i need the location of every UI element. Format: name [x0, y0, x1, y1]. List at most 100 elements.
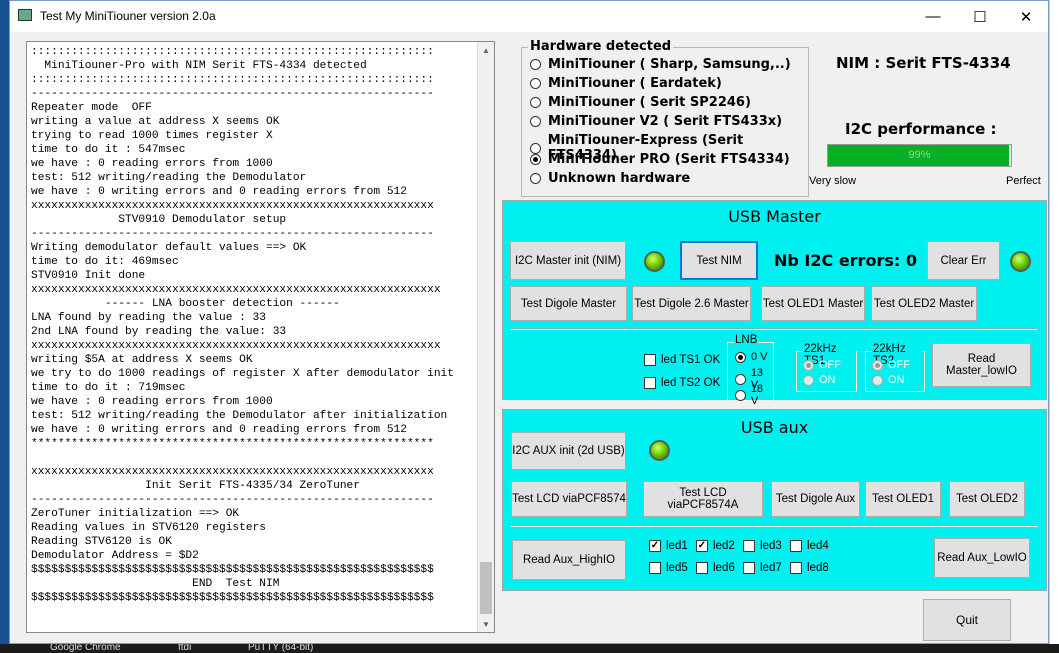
taskbar-item-chrome[interactable]: Google Chrome: [50, 644, 121, 653]
nb-i2c-errors: Nb I2C errors: 0: [774, 251, 917, 270]
usb-master-panel: USB Master I2C Master init (NIM) Test NI…: [502, 200, 1047, 407]
maximize-button[interactable]: ☐: [957, 1, 1003, 32]
title-bar[interactable]: Test My MiniTiouner version 2.0a — ☐ ✕: [10, 1, 1048, 32]
scroll-down-icon[interactable]: ▼: [478, 616, 494, 632]
minimize-button[interactable]: —: [910, 1, 956, 32]
hardware-option-radio[interactable]: MiniTiouner V2 ( Serit FTS433x): [530, 114, 782, 129]
checkbox-box[interactable]: [696, 562, 708, 574]
test-digole-aux-button[interactable]: Test Digole Aux: [771, 481, 860, 517]
aux-led-label: led7: [760, 562, 782, 574]
ts2-on-radio[interactable]: ON: [872, 374, 905, 386]
desktop-left-strip: [0, 0, 9, 653]
log-scrollbar[interactable]: ▲ ▼: [477, 42, 494, 632]
hardware-option-radio[interactable]: MiniTiouner ( Serit SP2246): [530, 95, 751, 110]
radio-mark[interactable]: [530, 116, 541, 127]
log-textarea[interactable]: ::::::::::::::::::::::::::::::::::::::::…: [26, 41, 495, 633]
hardware-option-label: MiniTiouner V2 ( Serit FTS433x): [548, 114, 783, 129]
lnb-0v-radio-mark[interactable]: [735, 351, 746, 363]
aux-led-label: led8: [807, 562, 829, 574]
ts1-on-label: ON: [819, 374, 836, 386]
led-ts1-box[interactable]: [644, 354, 656, 366]
led-ts1-label: led TS1 OK: [661, 354, 721, 366]
perfect-label: Perfect: [1006, 175, 1041, 187]
i2c-master-init-button[interactable]: I2C Master init (NIM): [510, 241, 626, 280]
radio-mark[interactable]: [530, 78, 541, 89]
test-digole-master-button[interactable]: Test Digole Master: [510, 286, 627, 321]
test-oled2-button[interactable]: Test OLED2: [949, 481, 1025, 517]
aux-led-checkbox[interactable]: led7: [743, 562, 782, 574]
test-lcd-pcf8574a-button[interactable]: Test LCD viaPCF8574A: [643, 481, 763, 517]
ts2-off-label: OFF: [888, 359, 910, 371]
aux-led-checkbox[interactable]: led1: [649, 540, 688, 552]
log-content: ::::::::::::::::::::::::::::::::::::::::…: [31, 46, 454, 604]
radio-mark[interactable]: [530, 154, 541, 165]
ts1-on-radio-mark[interactable]: [803, 374, 814, 386]
aux-led-checkbox[interactable]: led4: [790, 540, 829, 552]
usb-master-title: USB Master: [728, 207, 821, 226]
led-ts2-box[interactable]: [644, 377, 656, 389]
led-ts1-checkbox[interactable]: led TS1 OK: [644, 354, 720, 366]
test-oled2-master-button[interactable]: Test OLED2 Master: [871, 286, 977, 321]
checkbox-box[interactable]: [743, 562, 755, 574]
performance-value: 99%: [908, 149, 931, 161]
hardware-option-label: MiniTiouner ( Serit SP2246): [548, 95, 751, 110]
radio-mark[interactable]: [530, 173, 541, 184]
checkbox-box[interactable]: [649, 562, 661, 574]
radio-mark[interactable]: [530, 59, 541, 70]
aux-led-label: led2: [713, 540, 735, 552]
test-oled1-button[interactable]: Test OLED1: [865, 481, 941, 517]
aux-led-checkbox-grid: led1 led2 led3 led4 led5 led6 led7 led8: [649, 540, 829, 582]
radio-mark[interactable]: [530, 97, 541, 108]
checkbox-box[interactable]: [696, 540, 708, 552]
i2c-aux-init-button[interactable]: I2C AUX init (2d USB): [511, 432, 626, 470]
lnb-18v-radio[interactable]: 18 V: [735, 383, 773, 407]
test-lcd-pcf8574-button[interactable]: Test LCD viaPCF8574: [511, 481, 627, 517]
lnb-18v-radio-mark[interactable]: [735, 389, 746, 401]
aux-led-checkbox[interactable]: led2: [696, 540, 735, 552]
close-button[interactable]: ✕: [1003, 1, 1049, 32]
lnb-0v-label: 0 V: [751, 351, 768, 363]
quit-button[interactable]: Quit: [923, 599, 1011, 641]
hardware-option-radio[interactable]: MiniTiouner ( Sharp, Samsung,..): [530, 57, 791, 72]
ts2-on-radio-mark[interactable]: [872, 374, 883, 386]
test-digole-26-master-button[interactable]: Test Digole 2.6 Master: [632, 286, 751, 321]
ts1-on-radio[interactable]: ON: [803, 374, 836, 386]
clear-err-button[interactable]: Clear Err: [927, 241, 1000, 280]
very-slow-label: Very slow: [809, 175, 857, 187]
aux-led-label: led5: [666, 562, 688, 574]
nim-label: NIM : Serit FTS-4334: [836, 54, 1011, 72]
checkbox-box[interactable]: [649, 540, 661, 552]
taskbar-item-putty[interactable]: PuTTY (64-bit): [248, 644, 313, 653]
aux-led-checkbox[interactable]: led6: [696, 562, 735, 574]
read-aux-lowio-button[interactable]: Read Aux_LowIO: [934, 538, 1030, 578]
aux-status-led-icon: [649, 440, 670, 461]
checkbox-box[interactable]: [790, 562, 802, 574]
aux-divider: [511, 525, 1037, 527]
lnb-legend: LNB: [734, 334, 759, 346]
aux-led-checkbox[interactable]: led5: [649, 562, 688, 574]
checkbox-box[interactable]: [790, 540, 802, 552]
test-nim-button[interactable]: Test NIM: [680, 241, 758, 280]
led-ts2-checkbox[interactable]: led TS2 OK: [644, 377, 720, 389]
hardware-option-radio[interactable]: Unknown hardware: [530, 171, 690, 186]
aux-led-checkbox[interactable]: led3: [743, 540, 782, 552]
lnb-0v-radio[interactable]: 0 V: [735, 351, 768, 363]
aux-led-checkbox[interactable]: led8: [790, 562, 829, 574]
ts2-off-radio-mark[interactable]: [872, 359, 883, 371]
checkbox-box[interactable]: [743, 540, 755, 552]
ts1-off-radio[interactable]: OFF: [803, 359, 841, 371]
aux-led-label: led4: [807, 540, 829, 552]
i2c-performance-title: I2C performance :: [845, 120, 997, 138]
hardware-option-radio[interactable]: MiniTiouner ( Eardatek): [530, 76, 722, 91]
scroll-up-icon[interactable]: ▲: [478, 42, 494, 58]
test-oled1-master-button[interactable]: Test OLED1 Master: [761, 286, 865, 321]
read-master-lowio-button[interactable]: Read Master_lowIO: [932, 343, 1031, 387]
read-aux-highio-button[interactable]: Read Aux_HighIO: [512, 540, 626, 580]
scroll-thumb[interactable]: [480, 562, 492, 614]
ts2-off-radio[interactable]: OFF: [872, 359, 910, 371]
taskbar-item-ftdi[interactable]: ftdi: [178, 644, 191, 653]
ts1-off-radio-mark[interactable]: [803, 359, 814, 371]
master-status-led-icon: [644, 251, 665, 272]
hardware-detected-legend: Hardware detected: [528, 39, 674, 54]
hardware-option-radio[interactable]: MiniTiouner PRO (Serit FTS4334): [530, 152, 790, 167]
